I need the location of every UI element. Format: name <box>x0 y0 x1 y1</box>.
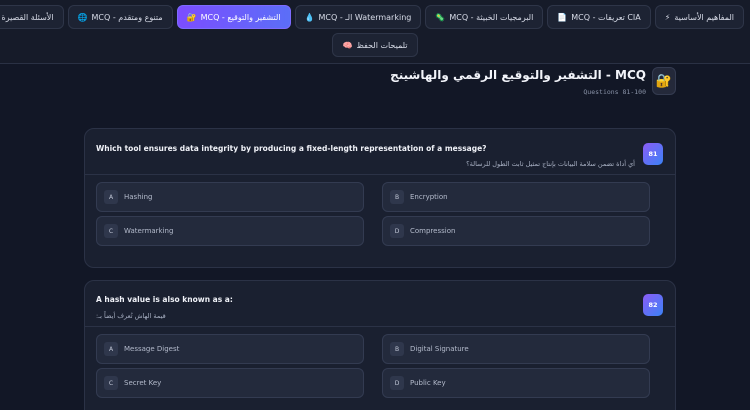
tab-malware[interactable]: 🦠 MCQ - البرمجيات الخبيثة <box>425 5 544 29</box>
tab-label: MCQ - البرمجيات الخبيثة <box>449 12 534 22</box>
option-d[interactable]: D Public Key <box>382 368 650 398</box>
option-letter: D <box>390 224 404 238</box>
brain-icon: 🧠 <box>342 40 353 50</box>
option-letter: A <box>104 342 118 356</box>
option-d[interactable]: D Compression <box>382 216 650 246</box>
tab-label: MCQ - متنوع ومتقدم <box>91 12 163 22</box>
question-text: A hash value is also known as a: <box>96 295 233 304</box>
option-c[interactable]: C Watermarking <box>96 216 364 246</box>
lock-icon: 🔐 <box>652 67 676 95</box>
option-letter: B <box>390 342 404 356</box>
option-c[interactable]: C Secret Key <box>96 368 364 398</box>
option-letter: A <box>104 190 118 204</box>
question-arabic-text: قيمة الهاش تُعرف أيضاً بـ: <box>96 312 166 320</box>
tab-cia-definitions[interactable]: 📄 MCQ - تعريفات CIA <box>547 5 651 29</box>
option-a[interactable]: A Hashing <box>96 182 364 212</box>
question-text: Which tool ensures data integrity by pro… <box>96 144 487 153</box>
option-b[interactable]: B Digital Signature <box>382 334 650 364</box>
droplet-icon: 💧 <box>304 12 315 22</box>
document-icon: 📄 <box>557 12 568 22</box>
tab-bar: ⚡ المفاهيم الأساسية 📄 MCQ - تعريفات CIA … <box>0 5 744 29</box>
option-b[interactable]: B Encryption <box>382 182 650 212</box>
question-arabic-text: أي أداة تضمن سلامة البيانات بإنتاج تمثيل… <box>466 160 635 168</box>
option-text: Secret Key <box>124 379 162 387</box>
tab-short-questions[interactable]: 📖 الأسئلة القصيرة <box>0 5 64 29</box>
option-text: Public Key <box>410 379 446 387</box>
page-title: MCQ - التشفير والتوقيع الرقمي والهاشينج <box>390 68 646 82</box>
option-text: Watermarking <box>124 227 174 235</box>
option-text: Encryption <box>410 193 448 201</box>
option-text: Compression <box>410 227 456 235</box>
question-number-badge: 81 <box>643 143 663 165</box>
tab-memory-hints[interactable]: 🧠 تلميحات الحفظ <box>332 33 418 57</box>
globe-icon: 🌐 <box>77 12 88 22</box>
tab-basic-concepts[interactable]: ⚡ المفاهيم الأساسية <box>654 5 744 29</box>
top-navigation: ⚡ المفاهيم الأساسية 📄 MCQ - تعريفات CIA … <box>0 0 750 64</box>
option-text: Message Digest <box>124 345 180 353</box>
divider <box>85 174 675 175</box>
question-card: 82 A hash value is also known as a: قيمة… <box>84 280 676 410</box>
option-letter: B <box>390 190 404 204</box>
tab-encryption-signature[interactable]: 🔐 MCQ - التشفير والتوقيع <box>176 5 291 29</box>
tab-label: MCQ - التشفير والتوقيع <box>200 12 281 22</box>
page-subtitle: Questions 81-100 <box>583 88 646 96</box>
question-number-badge: 82 <box>643 294 663 316</box>
tab-watermarking[interactable]: 💧 MCQ - الـ Watermarking <box>294 5 422 29</box>
tab-label: MCQ - الـ Watermarking <box>318 12 412 22</box>
option-text: Hashing <box>124 193 153 201</box>
tab-label: المفاهيم الأساسية <box>674 12 734 22</box>
option-a[interactable]: A Message Digest <box>96 334 364 364</box>
option-letter: C <box>104 376 118 390</box>
lightning-icon: ⚡ <box>664 12 671 22</box>
microbe-icon: 🦠 <box>435 12 446 22</box>
tab-label: الأسئلة القصيرة <box>1 12 54 22</box>
divider <box>85 326 675 327</box>
question-card: 81 Which tool ensures data integrity by … <box>84 128 676 268</box>
option-letter: D <box>390 376 404 390</box>
tab-bar-row2: 🧠 تلميحات الحفظ <box>0 33 750 57</box>
tab-misc-advanced[interactable]: 🌐 MCQ - متنوع ومتقدم <box>67 5 173 29</box>
option-letter: C <box>104 224 118 238</box>
tab-label: تلميحات الحفظ <box>356 40 408 50</box>
tab-label: MCQ - تعريفات CIA <box>571 12 641 22</box>
lock-icon: 🔐 <box>186 12 197 22</box>
option-text: Digital Signature <box>410 345 469 353</box>
